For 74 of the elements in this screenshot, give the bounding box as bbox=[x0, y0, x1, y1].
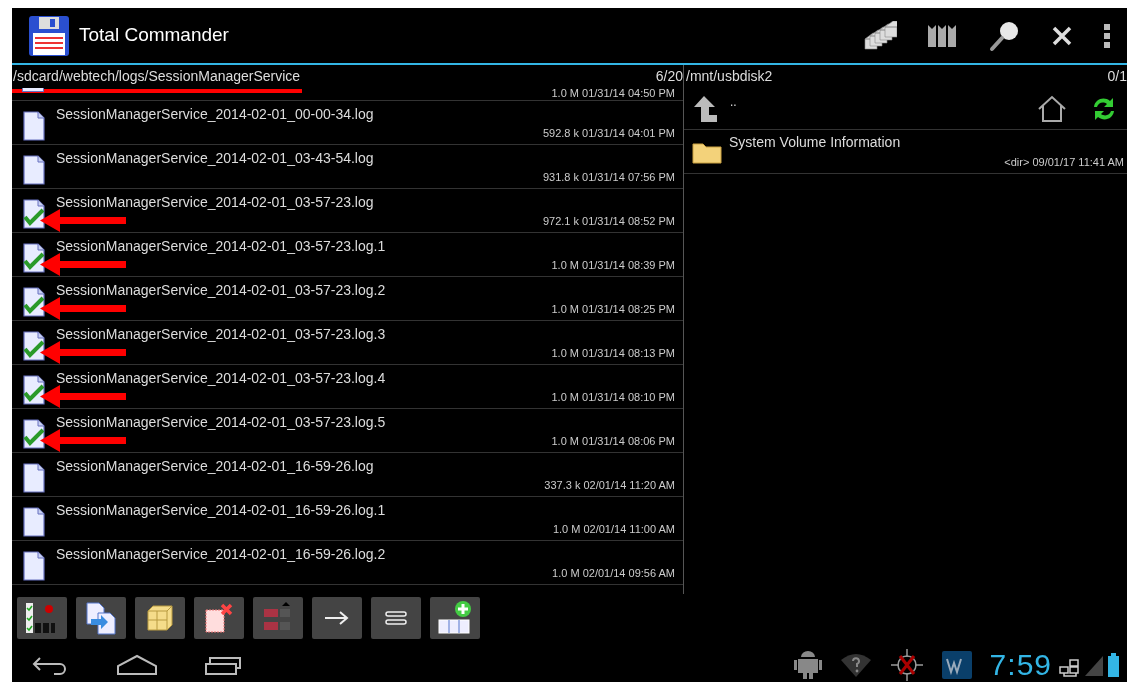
file-details: 1.0 M 02/01/14 09:56 AM bbox=[552, 566, 675, 581]
file-details: 337.3 k 02/01/14 11:20 AM bbox=[544, 478, 675, 493]
file-name: SessionManagerService_2014-02-01_16-59-26.log bbox=[56, 457, 375, 476]
file-details: 592.8 k 01/31/14 04:01 PM bbox=[542, 126, 675, 141]
wifi-unknown-icon bbox=[839, 651, 872, 678]
folder-icon bbox=[692, 140, 722, 164]
columns-icon[interactable] bbox=[927, 22, 959, 49]
home-icon[interactable] bbox=[116, 653, 158, 676]
file-details: 1.0 M 01/31/14 08:06 PM bbox=[551, 434, 675, 449]
file-name: SessionManagerService_2014-02-01_16-59-26.log.2 bbox=[56, 545, 387, 564]
file-details: 1.0 M 01/31/14 08:25 PM bbox=[551, 302, 675, 317]
add-button-icon bbox=[436, 600, 474, 636]
file-details: 1.0 M 01/31/14 04:50 PM bbox=[551, 88, 675, 100]
file-details: 972.1 k 01/31/14 08:52 PM bbox=[542, 214, 675, 229]
file-name: SessionManagerService_2014-02-01_03-57-23.log.3 bbox=[56, 325, 387, 344]
file-row[interactable]: SessionManagerService_2014-02-01_03-57-23.log.1 1.0 M 01/31/14 08:39 PM bbox=[12, 233, 683, 277]
right-arrow-icon bbox=[324, 610, 350, 626]
file-row[interactable]: SessionManagerService_2014-02-01_03-57-23.log.2 1.0 M 01/31/14 08:25 PM bbox=[12, 277, 683, 321]
search-icon[interactable] bbox=[989, 19, 1021, 52]
file-row[interactable]: SessionManagerService_2014-02-01_16-59-26.log 337.3 k 02/01/14 11:20 AM bbox=[12, 453, 683, 497]
signal-icon bbox=[1084, 654, 1104, 677]
file-row[interactable]: SessionManagerService_2014-02-01_00-00-34.log 592.8 k 01/31/14 04:01 PM bbox=[12, 101, 683, 145]
word-app-icon bbox=[941, 650, 972, 679]
select-button[interactable] bbox=[17, 597, 67, 639]
up-arrow-icon bbox=[692, 94, 720, 123]
stacked-cards-icon[interactable] bbox=[863, 20, 897, 51]
file-details: 1.0 M 01/31/14 08:39 PM bbox=[551, 258, 675, 273]
file-name: SessionManagerService_2014-02-01_03-43-54.log bbox=[56, 149, 375, 168]
file-details: 1.0 M 01/31/14 08:13 PM bbox=[551, 346, 675, 361]
parent-folder-label: .. bbox=[730, 93, 737, 111]
move-button[interactable] bbox=[312, 597, 362, 639]
network-icon bbox=[1058, 658, 1080, 677]
battery-icon bbox=[1108, 652, 1119, 677]
file-name: SessionManagerService_2014-02-01_03-57-23.log.5 bbox=[56, 413, 387, 432]
selection-count: 0/1 bbox=[1107, 67, 1127, 86]
file-row[interactable]: SessionManagerService_2014-02-01_03-57-23.log.5 1.0 M 01/31/14 08:06 PM bbox=[12, 409, 683, 453]
delete-button[interactable] bbox=[194, 597, 244, 639]
delete-file-icon bbox=[203, 602, 235, 634]
file-name: SessionManagerService_2014-02-01_03-57-23.log.2 bbox=[56, 281, 387, 300]
file-name: SessionManagerService_2014-02-01_03-57-23.log.1 bbox=[56, 237, 387, 256]
pack-button[interactable] bbox=[135, 597, 185, 639]
file-row[interactable]: SessionManagerService_2014-02-01_03-57-23.log.4 1.0 M 01/31/14 08:10 PM bbox=[12, 365, 683, 409]
file-name: SessionManagerService_2014-02-01_03-57-23.log bbox=[56, 193, 375, 212]
home-icon[interactable] bbox=[1037, 94, 1067, 123]
file-name: SessionManagerService_2014-02-01_16-59-26.log.1 bbox=[56, 501, 387, 520]
file-row[interactable]: SessionManagerService_2014-02-01_16-59-26.log.2 1.0 M 02/01/14 09:56 AM bbox=[12, 541, 683, 585]
overflow-menu-icon[interactable] bbox=[1103, 22, 1111, 49]
folder-row[interactable]: System Volume Information <dir> 09/01/17 11:41 AM bbox=[684, 130, 1127, 174]
parent-folder-row[interactable]: .. bbox=[684, 88, 1127, 130]
app-title: Total Commander bbox=[79, 23, 229, 48]
clock: 7:59 bbox=[989, 647, 1052, 682]
cube-icon bbox=[145, 603, 175, 633]
file-details: 1.0 M 01/31/14 08:10 PM bbox=[551, 390, 675, 405]
file-name: SessionManagerService_2014-02-01_03-57-23.log.4 bbox=[56, 369, 387, 388]
path-text: /sdcard/webtech/logs/SessionManagerService bbox=[13, 68, 301, 84]
add-button[interactable] bbox=[430, 597, 480, 639]
copy-button[interactable] bbox=[76, 597, 126, 639]
file-row[interactable]: SessionManagerService_2014-02-01_16-59-26.log.1 1.0 M 02/01/14 11:00 AM bbox=[12, 497, 683, 541]
selection-count: 6/20 bbox=[655, 67, 683, 86]
android-robot-icon bbox=[793, 648, 822, 681]
file-details: 1.0 M 02/01/14 11:00 AM bbox=[552, 522, 675, 537]
file-name: SessionManagerService_2014-02-01_00-00-34.log bbox=[56, 105, 375, 124]
copy-file-icon bbox=[85, 601, 117, 635]
file-details: 931.8 k 01/31/14 07:56 PM bbox=[542, 170, 675, 185]
equals-icon bbox=[385, 611, 407, 625]
file-row[interactable]: SessionManagerService_2014-02-01_03-43-54.log 931.8 k 01/31/14 07:56 PM bbox=[12, 145, 683, 189]
crossed-gps-icon bbox=[889, 647, 924, 682]
folder-name: System Volume Information bbox=[729, 133, 902, 152]
path-text: /mnt/usbdisk2 bbox=[686, 67, 773, 86]
close-icon[interactable] bbox=[1051, 24, 1073, 47]
file-row[interactable]: SessionManagerService_2014-02-01_03-57-23.log 972.1 k 01/31/14 08:52 PM bbox=[12, 189, 683, 233]
file-row[interactable]: SessionManagerService_2014-02-01_03-57-23.log.3 1.0 M 01/31/14 08:13 PM bbox=[12, 321, 683, 365]
compare-button[interactable] bbox=[371, 597, 421, 639]
folder-details: <dir> 09/01/17 11:41 AM bbox=[1004, 154, 1124, 170]
